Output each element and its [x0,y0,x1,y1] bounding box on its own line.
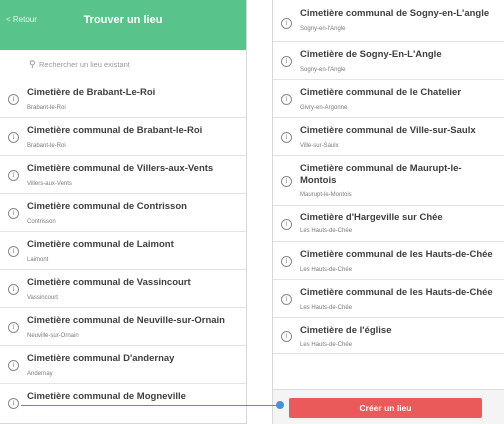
item-title: Cimetière communal D'andernay [27,353,175,364]
item-subtitle: Brabant-le-Roi [27,143,66,149]
item-title: Cimetière communal de le Chatelier [300,87,462,98]
place-list: i Cimetière de Brabant-Le-Roi Brabant-le… [0,80,246,422]
annotation-connector-dot [276,401,284,409]
list-item[interactable]: i Cimetière communal de le Chatelier Giv… [273,80,504,118]
list-item[interactable]: i Cimetière communal de Contrisson Contr… [0,194,246,232]
list-item[interactable]: i Cimetière communal de Maurupt-le-Monto… [273,156,504,206]
annotation-connector-line [21,405,280,406]
list-item[interactable]: i Cimetière communal D'andernay Andernay [0,346,246,384]
item-title: Cimetière communal de Brabant-le-Roi [27,125,203,136]
item-subtitle: Contrisson [27,219,56,225]
page-title: Trouver un lieu [83,14,163,26]
info-icon[interactable]: i [8,208,19,219]
info-icon[interactable]: i [281,176,292,187]
item-title: Cimetière de l'église [300,325,392,336]
search-icon: ⚲ [29,59,36,69]
item-title: Cimetière communal de Mogneville [27,391,186,402]
list-item[interactable]: i Cimetière communal de Ville-sur-Saulx … [273,118,504,156]
info-icon[interactable]: i [281,256,292,267]
info-icon[interactable]: i [281,94,292,105]
item-subtitle: Sogny-en-l'Angle [300,26,346,32]
item-title: Cimetière d'Hargeville sur Chée [300,212,443,223]
list-item[interactable]: i Cimetière communal de Mogneville [0,384,246,422]
list-item[interactable]: i Cimetière communal de Vassincourt Vass… [0,270,246,308]
item-subtitle: Les Hauts-de-Chée [300,305,353,311]
list-item[interactable]: i Cimetière communal de Villers-aux-Vent… [0,156,246,194]
list-item[interactable]: i Cimetière communal de Neuville-sur-Orn… [0,308,246,346]
item-title: Cimetière communal de Vassincourt [27,277,191,288]
list-item[interactable]: i Cimetière communal de Brabant-le-Roi B… [0,118,246,156]
list-item[interactable]: i Cimetière communal de les Hauts-de-Ché… [273,242,504,280]
item-subtitle: Sogny-en-l'Angle [300,67,346,73]
item-subtitle: Villers-aux-Vents [27,181,72,187]
info-icon[interactable]: i [281,294,292,305]
list-item[interactable]: i Cimetière communal de les Hauts-de-Ché… [273,280,504,318]
item-title: Cimetière communal de les Hauts-de-Chée [300,287,493,298]
item-title: Cimetière communal de Villers-aux-Vents [27,163,214,174]
list-item[interactable]: i Cimetière de Sogny-En-L'Angle Sogny-en… [273,42,504,80]
item-subtitle: Laimont [27,257,49,263]
item-subtitle: Givry-en-Argonne [300,105,348,111]
info-icon[interactable]: i [281,56,292,67]
list-item[interactable]: i Cimetière communal de Sogny-en-L'angle… [273,4,504,42]
info-icon[interactable]: i [8,94,19,105]
item-title: Cimetière communal de Laimont [27,239,174,250]
info-icon[interactable]: i [8,284,19,295]
info-icon[interactable]: i [281,219,292,230]
item-title: Cimetière de Brabant-Le-Roi [27,87,156,98]
info-icon[interactable]: i [8,398,19,409]
item-title: Cimetière communal de Maurupt-le-Montois [300,163,462,186]
item-subtitle: Les Hauts-de-Chée [300,228,353,234]
info-icon[interactable]: i [281,18,292,29]
item-subtitle: Neuville-sur-Ornain [27,333,79,339]
info-icon[interactable]: i [8,246,19,257]
list-item[interactable]: i Cimetière de Brabant-Le-Roi Brabant-le… [0,80,246,118]
item-title: Cimetière communal de Contrisson [27,201,187,212]
right-screen: i Cimetière communal de Sogny-en-L'angle… [272,0,504,424]
search-input[interactable]: ⚲ Rechercher un lieu existant [26,57,232,73]
info-icon[interactable]: i [8,132,19,143]
list-item[interactable]: i Cimetière de l'église Les Hauts-de-Ché… [273,318,504,354]
bottom-bar: Créer un lieu [273,389,504,424]
item-subtitle: Andernay [27,371,53,377]
list-item[interactable]: i Cimetière d'Hargeville sur Chée Les Ha… [273,206,504,242]
item-title: Cimetière communal de Ville-sur-Saulx [300,125,476,136]
info-icon[interactable]: i [281,132,292,143]
info-icon[interactable]: i [281,331,292,342]
create-place-button[interactable]: Créer un lieu [289,398,482,418]
item-subtitle: Les Hauts-de-Chée [300,267,353,273]
place-list: i Cimetière communal de Sogny-en-L'angle… [273,4,504,354]
info-icon[interactable]: i [8,360,19,371]
item-subtitle: Brabant-le-Roi [27,105,66,111]
info-icon[interactable]: i [8,322,19,333]
item-title: Cimetière de Sogny-En-L'Angle [300,49,442,60]
left-screen: < Retour Trouver un lieu ⚲ Rechercher un… [0,0,247,424]
item-title: Cimetière communal de les Hauts-de-Chée [300,249,493,260]
item-title: Cimetière communal de Neuville-sur-Ornai… [27,315,225,326]
navbar: < Retour Trouver un lieu ⚲ Rechercher un… [0,0,246,73]
item-subtitle: Ville-sur-Saulx [300,143,339,149]
item-title: Cimetière communal de Sogny-en-L'angle [300,8,490,19]
search-placeholder: Rechercher un lieu existant [39,60,130,69]
item-subtitle: Les Hauts-de-Chée [300,342,353,348]
item-subtitle: Vassincourt [27,295,58,301]
list-item[interactable]: i Cimetière communal de Laimont Laimont [0,232,246,270]
info-icon[interactable]: i [8,170,19,181]
item-subtitle: Maurupt-le-Montois [300,192,352,198]
